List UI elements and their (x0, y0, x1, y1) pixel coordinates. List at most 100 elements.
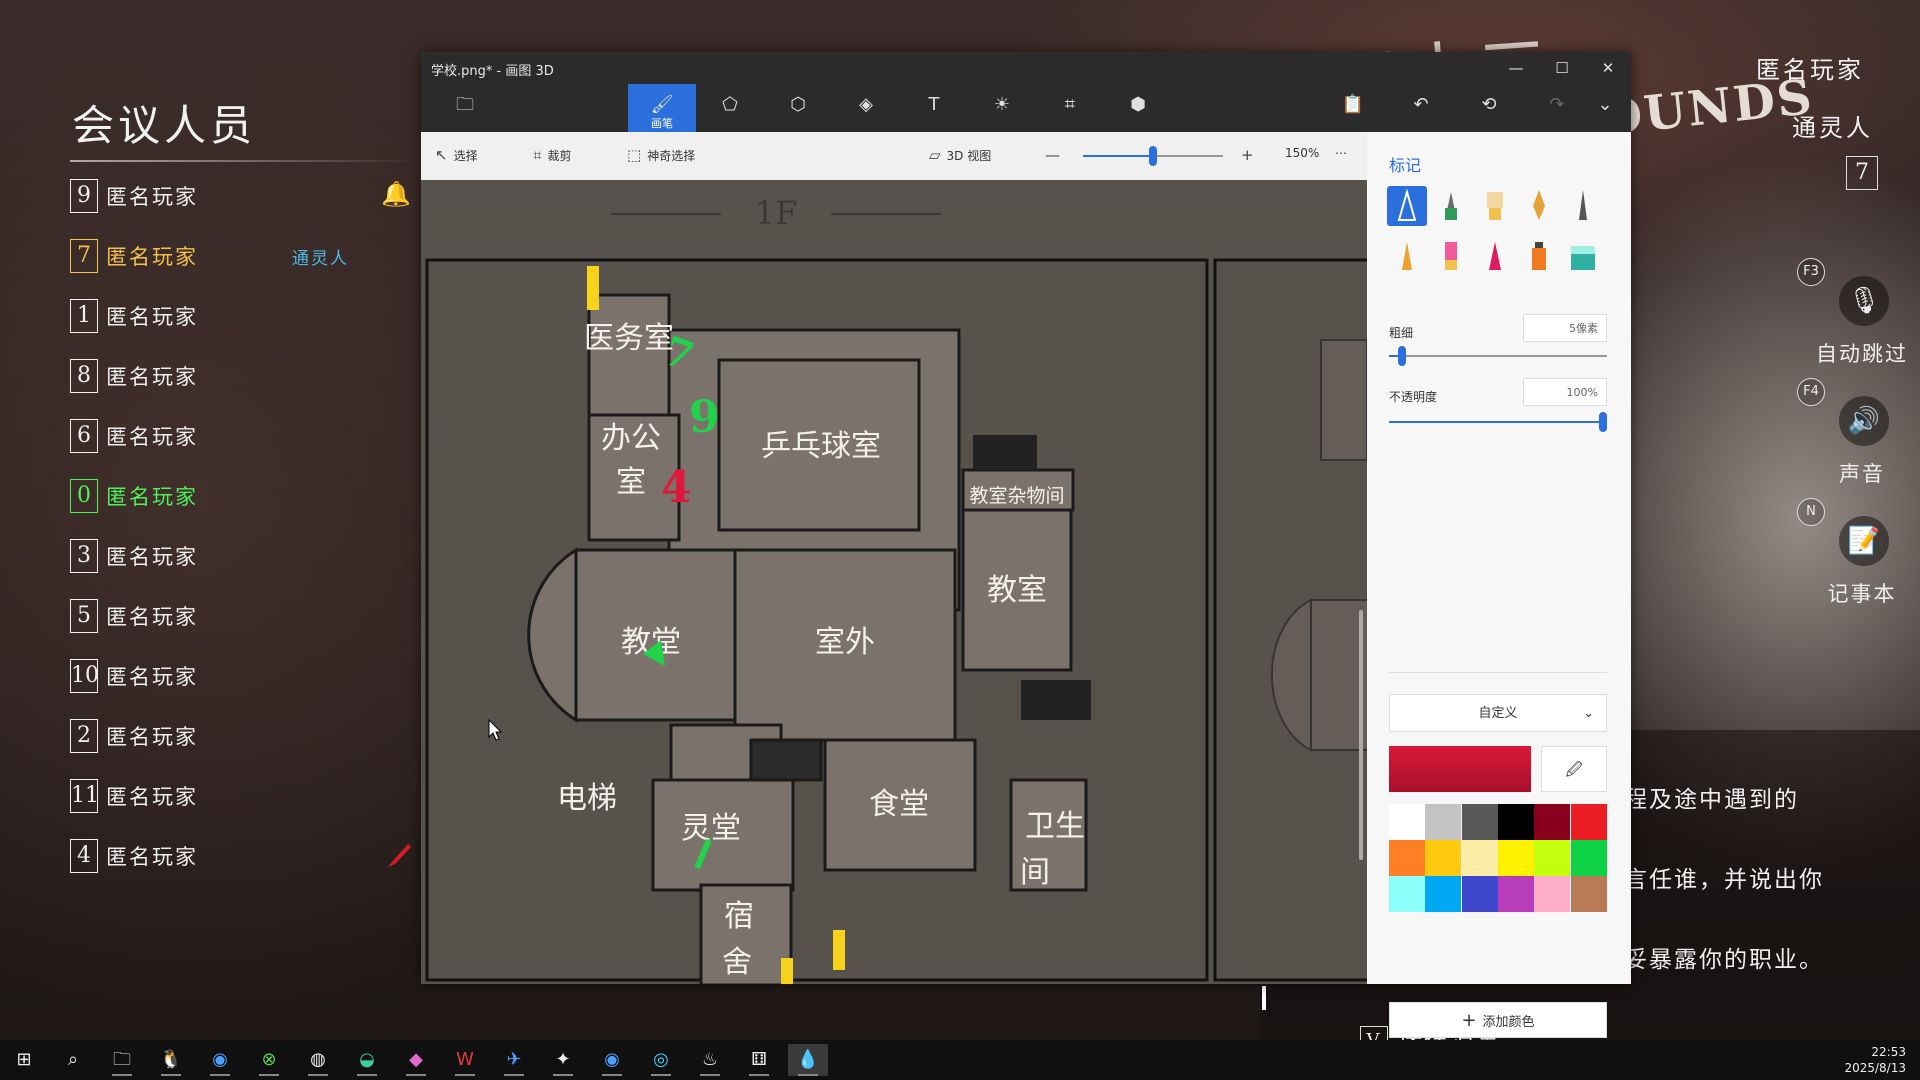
steam-client-icon[interactable]: ◍ (298, 1044, 338, 1076)
color-swatch[interactable] (1534, 840, 1571, 876)
zoom-slider-knob[interactable] (1149, 146, 1157, 166)
marker-brush[interactable] (1387, 186, 1427, 226)
color-swatch[interactable] (1461, 840, 1498, 876)
color-swatch[interactable] (1570, 840, 1607, 876)
crop-button[interactable]: ⌗ 裁剪 (533, 146, 571, 164)
tab-2d-shapes-icon[interactable]: ⬠ (696, 84, 764, 132)
feishu-icon[interactable]: ✈ (494, 1044, 534, 1076)
color-swatch[interactable] (1570, 876, 1607, 912)
opacity-input[interactable]: 100% (1523, 378, 1607, 406)
color-swatch[interactable] (1461, 876, 1498, 912)
tab-text-icon[interactable]: T (900, 84, 968, 132)
zoom-in-button[interactable]: + (1241, 146, 1254, 164)
color-swatch[interactable] (1389, 804, 1425, 840)
tab-stickers-icon[interactable]: ◈ (832, 84, 900, 132)
color-swatch[interactable] (1461, 804, 1498, 840)
tab-3d-library-icon[interactable]: ⬢ (1104, 84, 1172, 132)
wps-icon[interactable]: W (445, 1044, 485, 1076)
color-swatch[interactable] (1570, 804, 1607, 840)
current-color-swatch[interactable] (1389, 746, 1531, 792)
minimize-button[interactable]: — (1493, 56, 1539, 80)
color-swatch[interactable] (1497, 804, 1534, 840)
thickness-input[interactable]: 5像素 (1523, 314, 1607, 342)
close-button[interactable]: ✕ (1585, 56, 1631, 80)
system-clock[interactable]: 22:53 2025/8/13 (1844, 1044, 1906, 1076)
xbox-icon[interactable]: ⊗ (249, 1044, 289, 1076)
color-mode-dropdown[interactable]: 自定义 ⌄ (1389, 694, 1607, 732)
color-swatch[interactable] (1534, 876, 1571, 912)
eraser-brush[interactable] (1431, 236, 1471, 276)
select-button[interactable]: ↖ 选择 (435, 146, 478, 164)
color-swatch[interactable] (1534, 804, 1571, 840)
tab-canvas-icon[interactable]: ⌗ (1036, 84, 1104, 132)
tab-effects-icon[interactable]: ☀ (968, 84, 1036, 132)
vertical-scrollbar[interactable] (1359, 610, 1363, 860)
opacity-slider-knob[interactable] (1599, 412, 1607, 432)
player-row[interactable]: 7 匿名玩家 (70, 238, 198, 274)
menu-folder-icon[interactable]: 🗀 (431, 84, 499, 132)
color-swatch[interactable] (1497, 876, 1534, 912)
eyedropper-icon[interactable]: 🖉 (1541, 746, 1607, 792)
browser-icon[interactable]: ◉ (200, 1044, 240, 1076)
undo-icon[interactable]: ↶ (1387, 84, 1455, 132)
qq-icon[interactable]: 🐧 (151, 1044, 191, 1076)
steam-icon[interactable]: ♨ (690, 1044, 730, 1076)
drawing-canvas[interactable]: 1F 医务室 办公 室 乒乓球室 教室杂物间 教室 教堂 室外 电梯 灵堂 食堂… (421, 180, 1367, 984)
zoom-out-button[interactable]: — (1045, 146, 1060, 164)
player-row[interactable]: 2 匿名玩家 (70, 718, 198, 754)
player-row[interactable]: 8 匿名玩家 (70, 358, 198, 394)
player-row[interactable]: 1 匿名玩家 (70, 298, 198, 334)
chevron-down-icon[interactable]: ⌄ (1571, 84, 1639, 132)
start-icon[interactable]: ⊞ (4, 1044, 44, 1076)
3d-view-button[interactable]: ▱ 3D 视图 (929, 146, 991, 164)
zoom-slider[interactable] (1083, 146, 1223, 166)
search-icon[interactable]: ⌕ (53, 1044, 93, 1076)
add-color-button[interactable]: + 添加颜色 (1389, 1002, 1607, 1038)
hotkey-badge: F3 (1797, 258, 1825, 286)
color-swatch[interactable] (1389, 876, 1425, 912)
color-swatch[interactable] (1425, 840, 1462, 876)
search-app-icon[interactable]: ◉ (592, 1044, 632, 1076)
watercolor-brush[interactable] (1519, 186, 1559, 226)
player-row[interactable]: 5 匿名玩家 (70, 598, 198, 634)
more-options-icon[interactable]: ⋯ (1335, 146, 1347, 160)
color-swatch[interactable] (1497, 840, 1534, 876)
explorer-icon[interactable]: 🗀 (102, 1044, 142, 1076)
pencil-brush[interactable] (1387, 236, 1427, 276)
magic-select-button[interactable]: ⬚ 神奇选择 (627, 146, 695, 164)
player-row[interactable]: 6 匿名玩家 (70, 418, 198, 454)
tab-brushes[interactable]: 🖌 画笔 (628, 84, 696, 132)
bell-icon[interactable]: 🔔 (381, 180, 411, 208)
tab-3d-shapes-icon[interactable]: ⬡ (764, 84, 832, 132)
player-row[interactable]: 11 匿名玩家 (70, 778, 198, 814)
player-row[interactable]: 9 匿名玩家 (70, 178, 198, 214)
pixel-pen-brush[interactable] (1563, 186, 1603, 226)
player-row[interactable]: 4 匿名玩家 (70, 838, 198, 874)
paste-icon[interactable]: 📋 (1319, 84, 1387, 132)
sound-button[interactable]: F4 🔊 声音 (1797, 378, 1917, 488)
opacity-slider[interactable] (1389, 412, 1607, 432)
paint3d-icon[interactable]: 💧 (788, 1044, 828, 1076)
color-swatch[interactable] (1425, 804, 1462, 840)
game-app-icon[interactable]: ✦ (543, 1044, 583, 1076)
calligraphy-pen-brush[interactable] (1431, 186, 1471, 226)
edge-icon[interactable]: ◒ (347, 1044, 387, 1076)
color-swatch[interactable] (1425, 876, 1462, 912)
player-row[interactable]: 10 匿名玩家 (70, 658, 198, 694)
m365-icon[interactable]: ◆ (396, 1044, 436, 1076)
thickness-slider[interactable] (1389, 346, 1607, 366)
thickness-slider-knob[interactable] (1398, 346, 1406, 366)
notepad-button[interactable]: N 📝 记事本 (1797, 498, 1917, 608)
player-row[interactable]: 0 匿名玩家 (70, 478, 198, 514)
maximize-button[interactable]: ☐ (1539, 56, 1585, 80)
crayon-brush[interactable] (1475, 236, 1515, 276)
fill-brush[interactable] (1563, 236, 1603, 276)
auto-skip-button[interactable]: F3 🎙 自动跳过 (1797, 258, 1917, 368)
color-swatch[interactable] (1389, 840, 1425, 876)
player-row[interactable]: 3 匿名玩家 (70, 538, 198, 574)
spray-can-brush[interactable] (1519, 236, 1559, 276)
oil-brush[interactable] (1475, 186, 1515, 226)
game-icon[interactable]: ⚅ (739, 1044, 779, 1076)
history-icon[interactable]: ⟲ (1455, 84, 1523, 132)
qiyu-icon[interactable]: ◎ (641, 1044, 681, 1076)
